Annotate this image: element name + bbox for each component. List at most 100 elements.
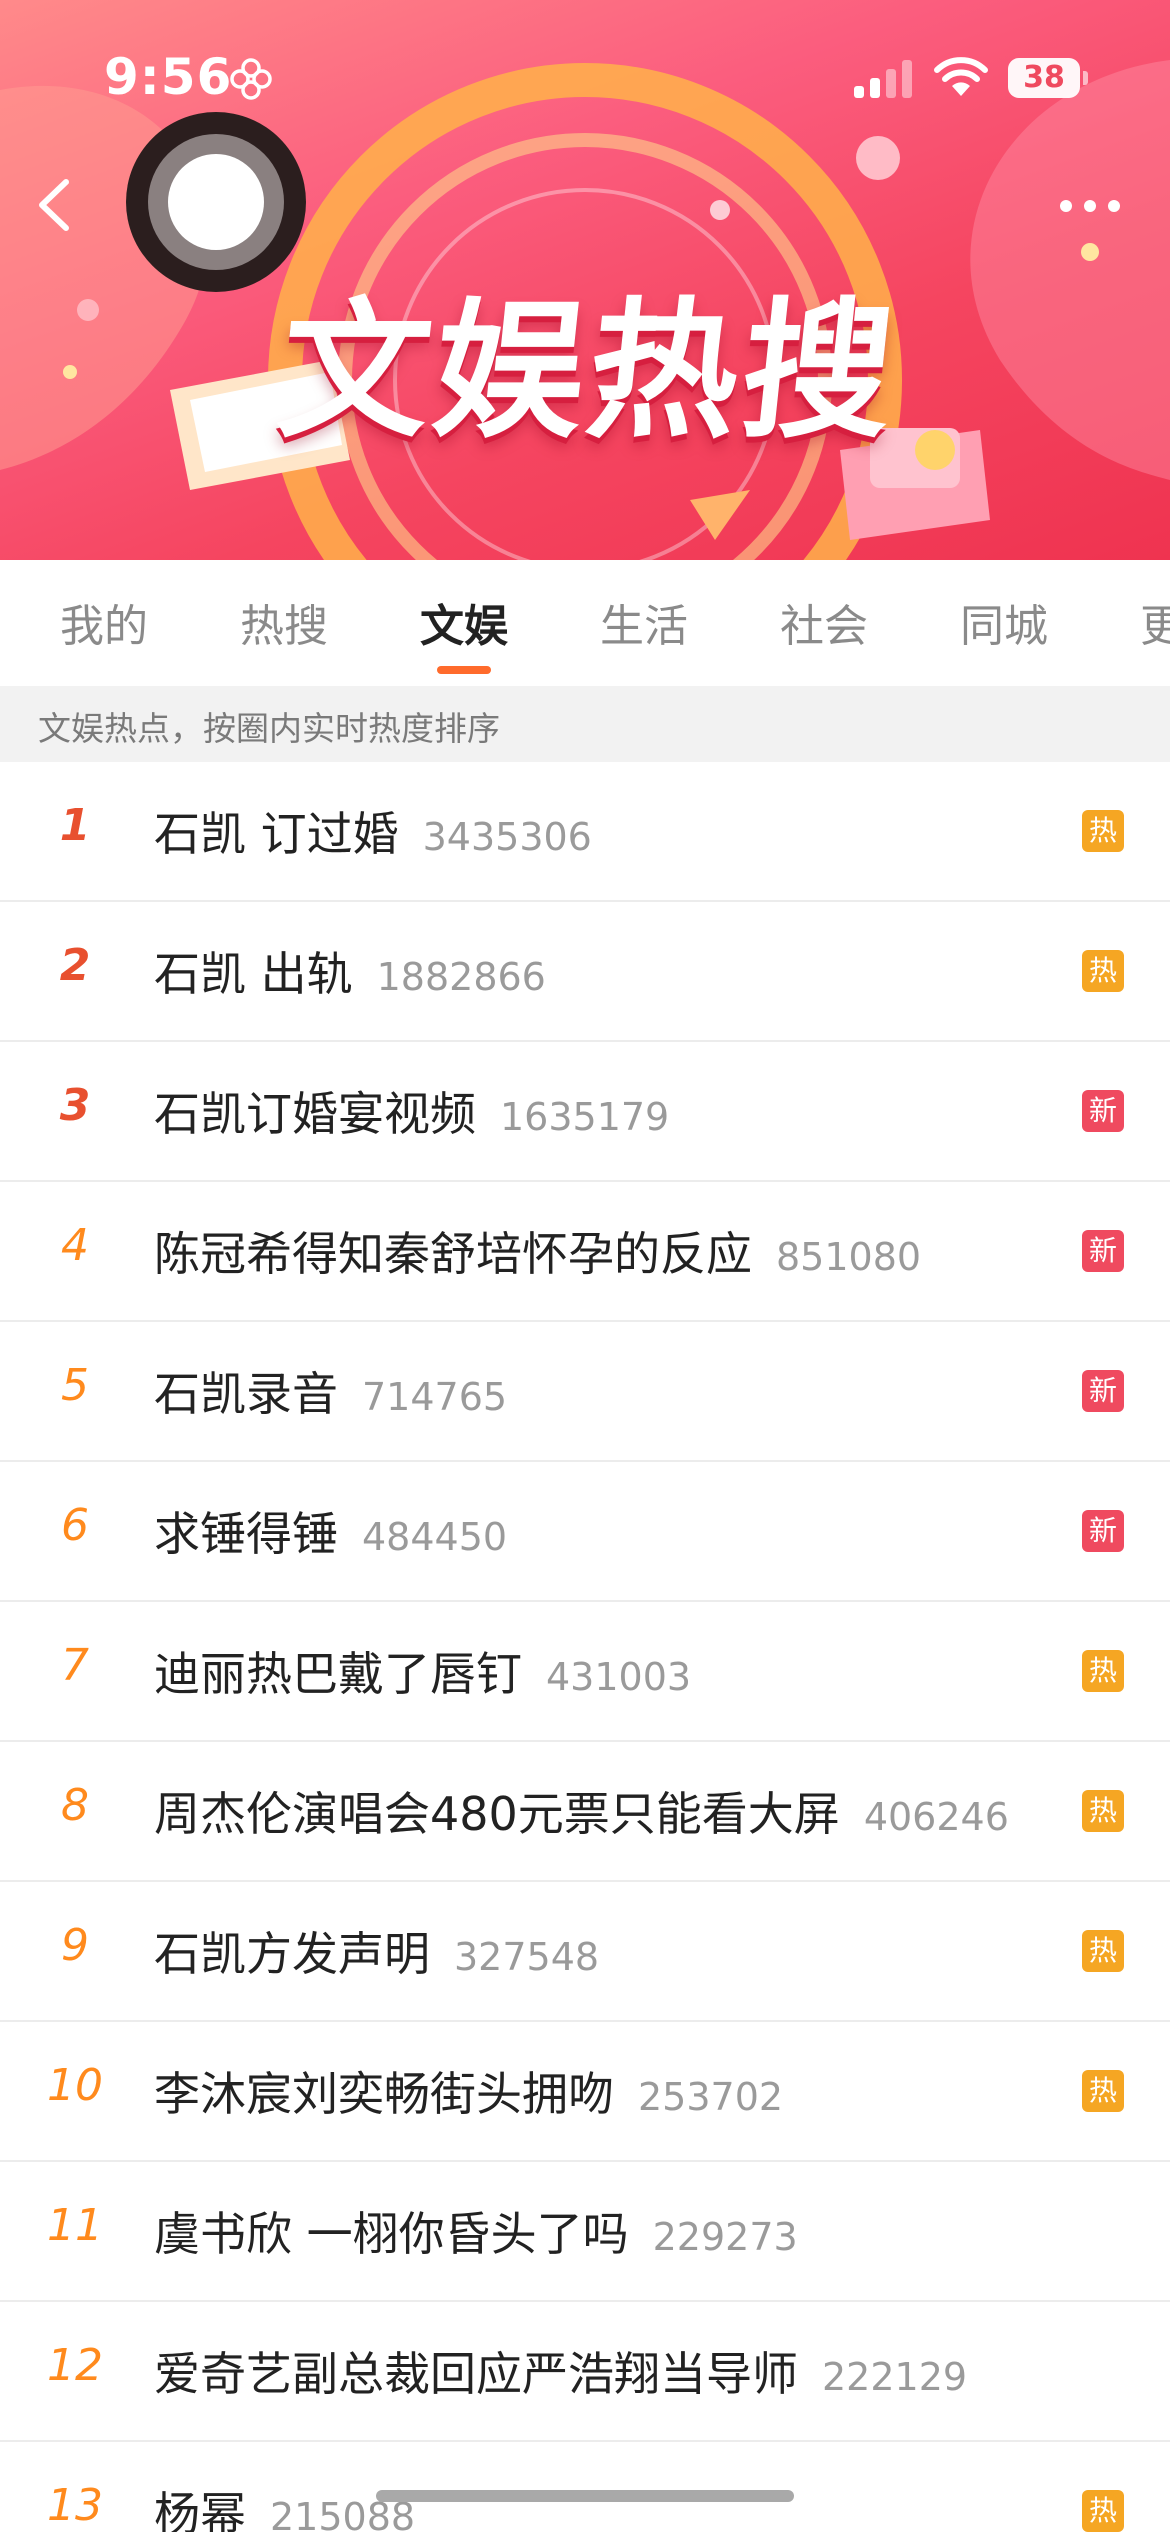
- topic-title: 石凯录音 714765: [154, 1358, 507, 1424]
- heat-count: 229273: [652, 2215, 798, 2259]
- heat-count: 222129: [822, 2355, 968, 2399]
- heat-count: 3435306: [422, 815, 592, 859]
- rank-number: 13: [47, 2480, 103, 2531]
- topic-text: 虞书欣 一栩你昏头了吗: [154, 2207, 629, 2261]
- rank-number: 10: [47, 2060, 103, 2111]
- battery-level: 38: [1008, 58, 1080, 98]
- topic-title: 石凯 出轨 1882866: [154, 938, 546, 1004]
- heat-count: 714765: [362, 1375, 508, 1419]
- assistive-touch-core: [168, 154, 264, 250]
- topic-text: 石凯订婚宴视频: [154, 1087, 476, 1141]
- tab-entertainment[interactable]: 文娱: [420, 590, 508, 654]
- tab-society[interactable]: 社会: [780, 590, 868, 654]
- list-item[interactable]: 6 求锤得锤 484450 新: [0, 1462, 1170, 1602]
- topic-title: 爱奇艺副总裁回应严浩翔当导师 222129: [154, 2338, 967, 2404]
- status-time: 9:56: [104, 48, 233, 106]
- heat-count: 431003: [546, 1655, 692, 1699]
- rank-number: 1: [59, 800, 91, 851]
- rank-number: 12: [47, 2340, 103, 2391]
- rank-number: 7: [61, 1640, 89, 1691]
- new-badge: 新: [1082, 1230, 1124, 1272]
- chevron-left-icon: [39, 179, 69, 231]
- new-badge: 新: [1082, 1510, 1124, 1552]
- topic-text: 石凯录音: [154, 1367, 338, 1421]
- topic-text: 石凯方发声明: [154, 1927, 430, 1981]
- list-item[interactable]: 12 爱奇艺副总裁回应严浩翔当导师 222129: [0, 2302, 1170, 2442]
- topic-text: 周杰伦演唱会480元票只能看大屏: [154, 1787, 840, 1841]
- list-item[interactable]: 11 虞书欣 一栩你昏头了吗 229273: [0, 2162, 1170, 2302]
- battery-tip: [1083, 71, 1088, 85]
- heat-count: 406246: [863, 1795, 1009, 1839]
- hot-badge: 热: [1082, 810, 1124, 852]
- topic-title: 石凯 订过婚 3435306: [154, 798, 592, 864]
- topic-title: 迪丽热巴戴了唇钉 431003: [154, 1638, 691, 1704]
- back-button[interactable]: [20, 170, 90, 240]
- tab-local[interactable]: 同城: [960, 590, 1048, 654]
- list-item[interactable]: 2 石凯 出轨 1882866 热: [0, 902, 1170, 1042]
- topic-text: 迪丽热巴戴了唇钉: [154, 1647, 522, 1701]
- heat-count: 253702: [638, 2075, 784, 2119]
- hot-badge: 热: [1082, 2490, 1124, 2532]
- rank-number: 6: [61, 1500, 89, 1551]
- hot-badge: 热: [1082, 1650, 1124, 1692]
- banner-title: 文娱热搜: [271, 285, 906, 459]
- info-bar: 文娱热点，按圈内实时热度排序: [0, 686, 1170, 762]
- hot-badge: 热: [1082, 950, 1124, 992]
- topic-text: 杨幂: [154, 2487, 246, 2532]
- info-text: 文娱热点，按圈内实时热度排序: [38, 709, 500, 748]
- rank-number: 2: [59, 940, 91, 991]
- tab-mine[interactable]: 我的: [60, 590, 148, 654]
- list-item[interactable]: 3 石凯订婚宴视频 1635179 新: [0, 1042, 1170, 1182]
- hot-badge: 热: [1082, 2070, 1124, 2112]
- rank-number: 9: [61, 1920, 89, 1971]
- more-dots-icon: [1060, 200, 1120, 212]
- list-item[interactable]: 8 周杰伦演唱会480元票只能看大屏 406246 热: [0, 1742, 1170, 1882]
- active-tab-indicator: [437, 666, 491, 674]
- topic-title: 石凯方发声明 327548: [154, 1918, 599, 1984]
- tab-bar: 我的 热搜 文娱 生活 社会 同城 更: [0, 560, 1170, 686]
- rank-number: 3: [59, 1080, 91, 1131]
- heat-count: 327548: [454, 1935, 600, 1979]
- heat-count: 1882866: [376, 955, 546, 999]
- list-item[interactable]: 1 石凯 订过婚 3435306 热: [0, 762, 1170, 902]
- list-item[interactable]: 5 石凯录音 714765 新: [0, 1322, 1170, 1462]
- topic-title: 周杰伦演唱会480元票只能看大屏 406246: [154, 1778, 1009, 1844]
- rank-number: 11: [47, 2200, 103, 2251]
- banner: 9:56 38 文娱热搜: [0, 0, 1170, 560]
- new-badge: 新: [1082, 1370, 1124, 1412]
- list-item[interactable]: 9 石凯方发声明 327548 热: [0, 1882, 1170, 2022]
- signal-icon: [854, 60, 912, 98]
- topic-text: 爱奇艺副总裁回应严浩翔当导师: [154, 2347, 798, 2401]
- list-item[interactable]: 4 陈冠希得知秦舒培怀孕的反应 851080 新: [0, 1182, 1170, 1322]
- heat-count: 484450: [362, 1515, 508, 1559]
- topic-text: 李沐宸刘奕畅街头拥吻: [154, 2067, 614, 2121]
- list-item[interactable]: 13 杨幂 215088 热: [0, 2442, 1170, 2532]
- heat-count: 1635179: [500, 1095, 670, 1139]
- list-item[interactable]: 10 李沐宸刘奕畅街头拥吻 253702 热: [0, 2022, 1170, 2162]
- rank-number: 4: [61, 1220, 89, 1271]
- topic-text: 陈冠希得知秦舒培怀孕的反应: [154, 1227, 752, 1281]
- wifi-icon: [934, 57, 988, 96]
- hot-badge: 热: [1082, 1790, 1124, 1832]
- topic-title: 李沐宸刘奕畅街头拥吻 253702: [154, 2058, 783, 2124]
- tab-more[interactable]: 更: [1140, 590, 1170, 654]
- rank-number: 5: [61, 1360, 89, 1411]
- heat-count: 851080: [776, 1235, 922, 1279]
- list-item[interactable]: 7 迪丽热巴戴了唇钉 431003 热: [0, 1602, 1170, 1742]
- tab-life[interactable]: 生活: [600, 590, 688, 654]
- topic-title: 陈冠希得知秦舒培怀孕的反应 851080: [154, 1218, 921, 1284]
- topic-text: 石凯 出轨: [154, 947, 353, 1001]
- new-badge: 新: [1082, 1090, 1124, 1132]
- home-indicator[interactable]: [376, 2490, 794, 2502]
- tab-hot-search[interactable]: 热搜: [240, 590, 328, 654]
- topic-title: 虞书欣 一栩你昏头了吗 229273: [154, 2198, 798, 2264]
- rank-number: 8: [61, 1780, 89, 1831]
- battery-indicator: 38: [1008, 58, 1088, 98]
- topic-title: 石凯订婚宴视频 1635179: [154, 1078, 669, 1144]
- topic-title: 求锤得锤 484450: [154, 1498, 507, 1564]
- topic-title: 杨幂 215088: [154, 2478, 415, 2532]
- more-button[interactable]: [1054, 176, 1126, 236]
- topic-text: 石凯 订过婚: [154, 807, 399, 861]
- hot-badge: 热: [1082, 1930, 1124, 1972]
- hot-search-list: 1 石凯 订过婚 3435306 热 2 石凯 出轨 1882866 热 3 石凯订婚宴视频 163…: [0, 762, 1170, 2532]
